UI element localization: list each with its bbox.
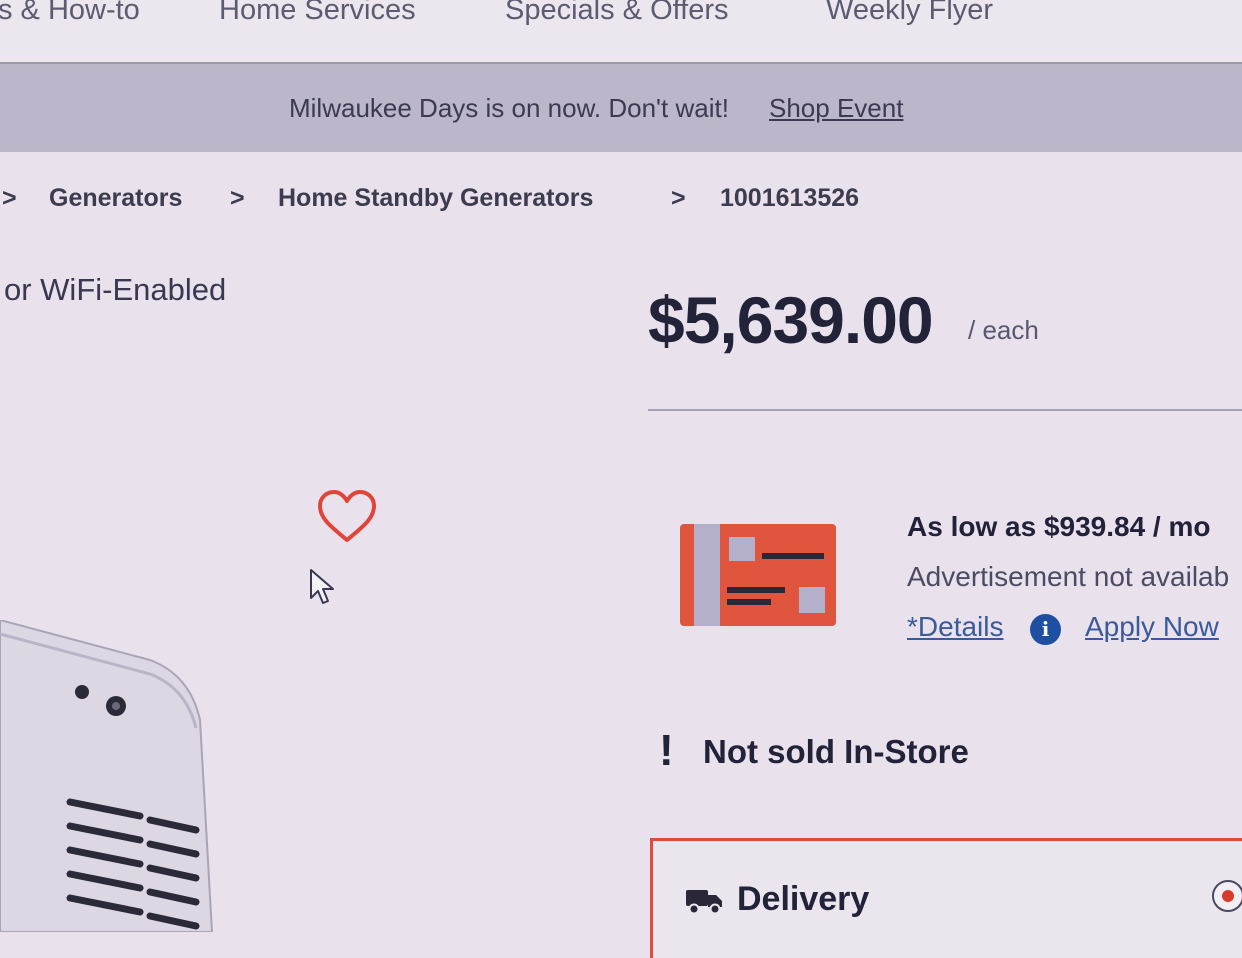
- heart-icon[interactable]: [316, 488, 378, 544]
- details-link[interactable]: *Details: [907, 611, 1003, 643]
- breadcrumb-item-home-standby-generators[interactable]: Home Standby Generators: [278, 184, 593, 213]
- nav-item-specials-offers[interactable]: Specials & Offers: [505, 0, 729, 27]
- credit-card-icon: [680, 524, 836, 626]
- top-navigation: s & How-to Home Services Specials & Offe…: [0, 0, 1242, 64]
- breadcrumb-item-model-number: 1001613526: [720, 184, 860, 212]
- delivery-radio-button[interactable]: [1212, 880, 1242, 912]
- not-sold-in-store-text: Not sold In-Store: [703, 733, 969, 770]
- breadcrumb-separator: >: [671, 184, 686, 212]
- product-image: [0, 620, 214, 932]
- product-title: or WiFi-Enabled: [4, 272, 227, 307]
- shop-event-link[interactable]: Shop Event: [769, 93, 903, 124]
- advertisement-notice: Advertisement not availab: [907, 561, 1230, 592]
- nav-item-how-to[interactable]: s & How-to: [0, 0, 140, 27]
- promo-banner-text: Milwaukee Days is on now. Don't wait!: [289, 93, 729, 123]
- nav-item-home-services[interactable]: Home Services: [219, 0, 416, 27]
- breadcrumb-item-generators[interactable]: Generators: [49, 184, 182, 213]
- apply-now-link[interactable]: Apply Now: [1085, 611, 1219, 643]
- financing-as-low-as: As low as $939.84 / mo: [907, 511, 1211, 542]
- divider: [648, 409, 1242, 411]
- delivery-label: Delivery: [737, 880, 870, 918]
- price-unit: / each: [968, 315, 1039, 345]
- alert-icon: !: [659, 726, 674, 775]
- breadcrumb-separator: >: [230, 184, 245, 212]
- cursor-icon: [310, 569, 334, 604]
- product-price: $5,639.00: [648, 283, 934, 357]
- info-icon[interactable]: i: [1030, 614, 1061, 645]
- breadcrumb-separator: >: [2, 184, 17, 212]
- truck-icon: [686, 890, 722, 915]
- nav-item-weekly-flyer[interactable]: Weekly Flyer: [826, 0, 993, 27]
